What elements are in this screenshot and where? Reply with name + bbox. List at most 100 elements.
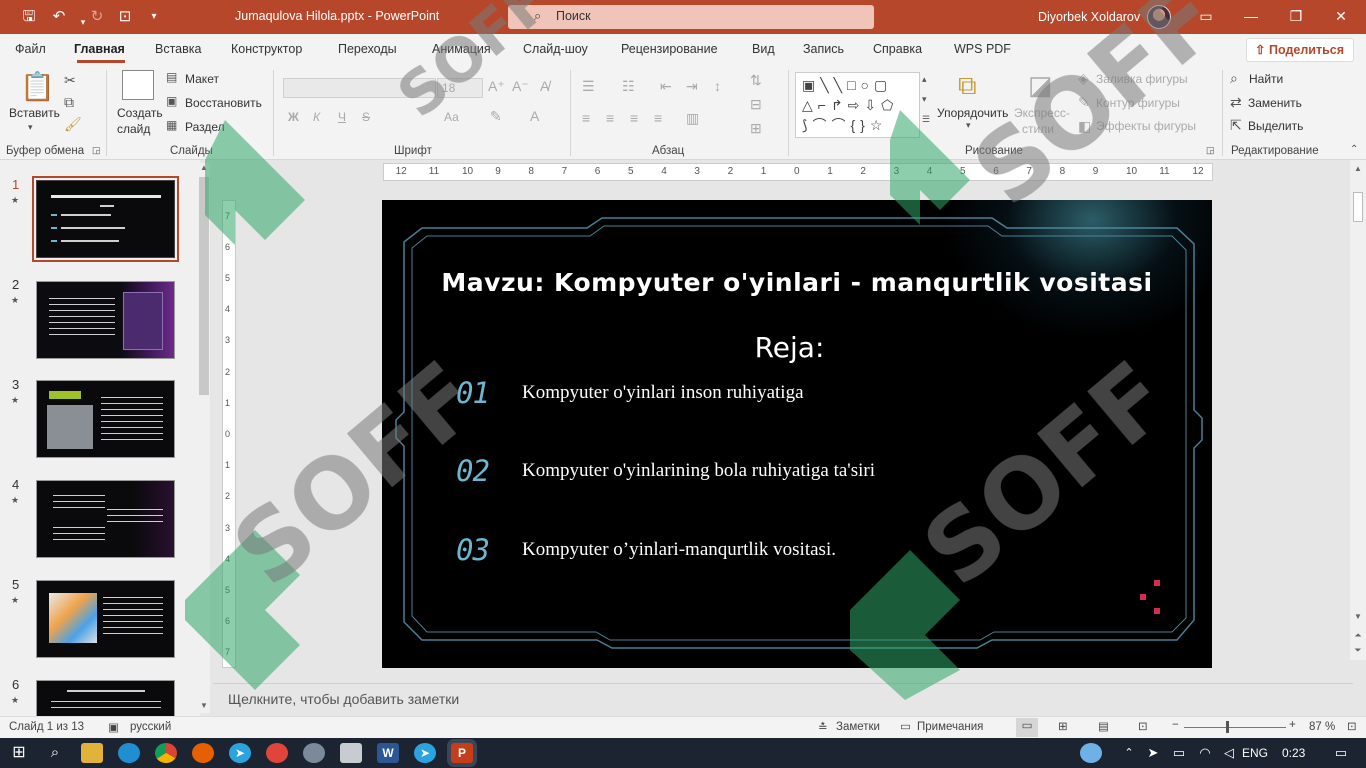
drawing-launcher-icon[interactable]: ◲ — [1206, 145, 1215, 156]
customize-qat-icon[interactable]: ▾ — [143, 7, 165, 27]
close-icon[interactable]: ✕ — [1326, 8, 1356, 25]
line-spacing-icon[interactable]: ↕ — [714, 78, 721, 94]
copy-icon[interactable]: ⧉ — [64, 94, 74, 111]
section-button[interactable]: Раздел — [185, 120, 225, 134]
undo-icon[interactable]: ↶ — [48, 7, 70, 27]
zoom-in-icon[interactable]: + — [1289, 719, 1296, 731]
slide-thumbnail-4[interactable] — [36, 480, 175, 558]
telegram-icon[interactable]: ➤ — [229, 743, 251, 763]
scroll-up-icon[interactable]: ▲ — [198, 163, 210, 172]
share-button[interactable]: ⇧ Поделиться — [1246, 38, 1354, 62]
wifi-icon[interactable]: ◠ — [1194, 743, 1216, 763]
tab-slideshow[interactable]: Слайд-шоу — [523, 42, 588, 56]
plan-item-number-2[interactable]: 02 — [456, 454, 490, 488]
plan-item-number-1[interactable]: 01 — [456, 376, 490, 410]
arrange-dropdown-icon[interactable]: ▾ — [966, 120, 971, 131]
tab-design[interactable]: Конструктор — [231, 42, 302, 56]
italic-button[interactable]: К — [313, 110, 320, 124]
new-slide-icon[interactable] — [122, 70, 154, 100]
paste-label[interactable]: Вставить — [9, 106, 60, 120]
zoom-level[interactable]: 87 % — [1309, 721, 1335, 733]
present-icon[interactable]: ⊡ — [114, 7, 136, 27]
start-icon[interactable]: ⊞ — [8, 743, 30, 763]
zoom-slider-track[interactable] — [1184, 727, 1286, 728]
notes-toggle[interactable]: Заметки — [836, 721, 880, 733]
thumbnails-scrollbar[interactable]: ▲ ▼ — [198, 163, 210, 713]
bold-button[interactable]: Ж — [288, 110, 299, 124]
tab-home[interactable]: Главная — [74, 42, 125, 56]
gallery-up-icon[interactable]: ▴ — [922, 74, 927, 85]
redo-icon[interactable]: ↻ — [86, 7, 108, 27]
align-text-icon[interactable]: ⊟ — [750, 96, 762, 113]
font-name-dropdown[interactable] — [283, 78, 436, 98]
editor-scroll-down-icon[interactable]: ▼ — [1350, 612, 1366, 621]
highlight-icon[interactable]: ✎ — [490, 108, 502, 125]
numbering-icon[interactable]: ☷ — [622, 78, 635, 95]
tray-chevron-icon[interactable]: ⌃ — [1118, 743, 1140, 763]
tab-review[interactable]: Рецензирование — [621, 42, 718, 56]
find-button[interactable]: Найти — [1249, 72, 1283, 86]
slideshow-view-icon[interactable]: ⊡ — [1138, 719, 1148, 733]
quick-styles-label-2[interactable]: стили — [1022, 122, 1054, 136]
fit-slide-icon[interactable]: ⊡ — [1347, 719, 1357, 733]
ribbon-display-icon[interactable]: ▭ — [1191, 8, 1221, 25]
volume-icon[interactable]: ◁ — [1218, 743, 1240, 763]
shapes-gallery[interactable]: ▣╲╲□○▢ △⌐↱⇨⇩⬠ ⟆⌒⌒{}☆ — [795, 72, 920, 138]
arrange-label[interactable]: Упорядочить — [937, 106, 1008, 120]
gallery-down-icon[interactable]: ▾ — [922, 94, 927, 105]
firefox-icon[interactable] — [192, 743, 214, 763]
clipboard-launcher-icon[interactable]: ◲ — [92, 145, 101, 156]
tab-wps-pdf[interactable]: WPS PDF — [954, 42, 1011, 56]
font-size-dropdown[interactable]: 18 — [437, 78, 483, 98]
format-painter-icon[interactable]: 🖌 — [64, 116, 82, 133]
reset-button[interactable]: Восстановить — [185, 96, 262, 110]
slide-thumbnail-1[interactable] — [32, 176, 179, 262]
input-language[interactable]: ENG — [1242, 746, 1268, 760]
maximize-icon[interactable]: ❐ — [1281, 8, 1311, 25]
shape-fill-button[interactable]: Заливка фигуры — [1096, 72, 1188, 86]
notifications-icon[interactable]: ▭ — [1330, 743, 1352, 763]
slide-thumbnail-2[interactable] — [36, 281, 175, 359]
yandex-icon[interactable] — [266, 743, 288, 763]
text-direction-icon[interactable]: ⇅ — [750, 72, 762, 89]
change-case-button[interactable]: Аа — [444, 110, 459, 124]
editor-scroll-up-icon[interactable]: ▲ — [1350, 164, 1366, 173]
slide-thumbnail-6[interactable] — [36, 680, 175, 716]
slide-canvas[interactable]: Mavzu: Kompyuter o'yinlari - manqurtlik … — [382, 200, 1212, 668]
align-right-icon[interactable]: ≡ — [630, 110, 638, 126]
zoom-out-icon[interactable]: − — [1172, 719, 1179, 731]
word-icon[interactable]: W — [377, 743, 399, 763]
explorer-icon[interactable] — [81, 743, 103, 763]
plan-item-text-3[interactable]: Kompyuter o’yinlari-manqurtlik vositasi. — [522, 539, 836, 561]
taskbar-search-icon[interactable]: ⌕ — [44, 743, 66, 763]
search-box[interactable]: ⌕ Поиск — [508, 5, 874, 29]
normal-view-icon[interactable]: ▭ — [1016, 718, 1038, 737]
user-name[interactable]: Diyorbek Xoldarov — [1038, 10, 1140, 24]
strikethrough-button[interactable]: S — [362, 110, 370, 124]
slide-subtitle[interactable]: Reja: — [382, 331, 1197, 364]
slide-sorter-icon[interactable]: ⊞ — [1058, 719, 1068, 733]
reading-view-icon[interactable]: ▤ — [1098, 719, 1109, 733]
collapse-ribbon-icon[interactable]: ⌃ — [1350, 144, 1358, 155]
chrome-icon[interactable] — [155, 743, 177, 763]
save-icon[interactable]: 🖫 — [18, 7, 40, 27]
quick-styles-icon[interactable]: ◪ — [1028, 70, 1053, 101]
slide-thumbnail-5[interactable] — [36, 580, 175, 658]
shape-effects-button[interactable]: Эффекты фигуры — [1096, 119, 1196, 133]
minimize-icon[interactable]: — — [1236, 8, 1266, 24]
layout-button[interactable]: Макет — [185, 72, 219, 86]
align-left-icon[interactable]: ≡ — [582, 110, 590, 126]
decrease-indent-icon[interactable]: ⇤ — [660, 78, 672, 95]
shape-outline-button[interactable]: Контур фигуры — [1096, 96, 1180, 110]
shrink-font-icon[interactable]: A⁻ — [512, 78, 529, 95]
editor-scrollbar[interactable]: ▲ ▼ ⏶ ⏷ — [1350, 160, 1366, 660]
replace-button[interactable]: Заменить — [1248, 96, 1302, 110]
tab-insert[interactable]: Вставка — [155, 42, 201, 56]
prev-slide-icon[interactable]: ⏶ — [1350, 630, 1366, 641]
tab-animations[interactable]: Анимация — [432, 42, 491, 56]
tab-view[interactable]: Вид — [752, 42, 775, 56]
plan-item-text-1[interactable]: Kompyuter o'yinlari inson ruhiyatiga — [522, 382, 804, 404]
telegram-tray-icon[interactable]: ➤ — [1142, 743, 1164, 763]
notes-placeholder[interactable]: Щелкните, чтобы добавить заметки — [228, 691, 459, 707]
app-icon[interactable] — [303, 743, 325, 763]
